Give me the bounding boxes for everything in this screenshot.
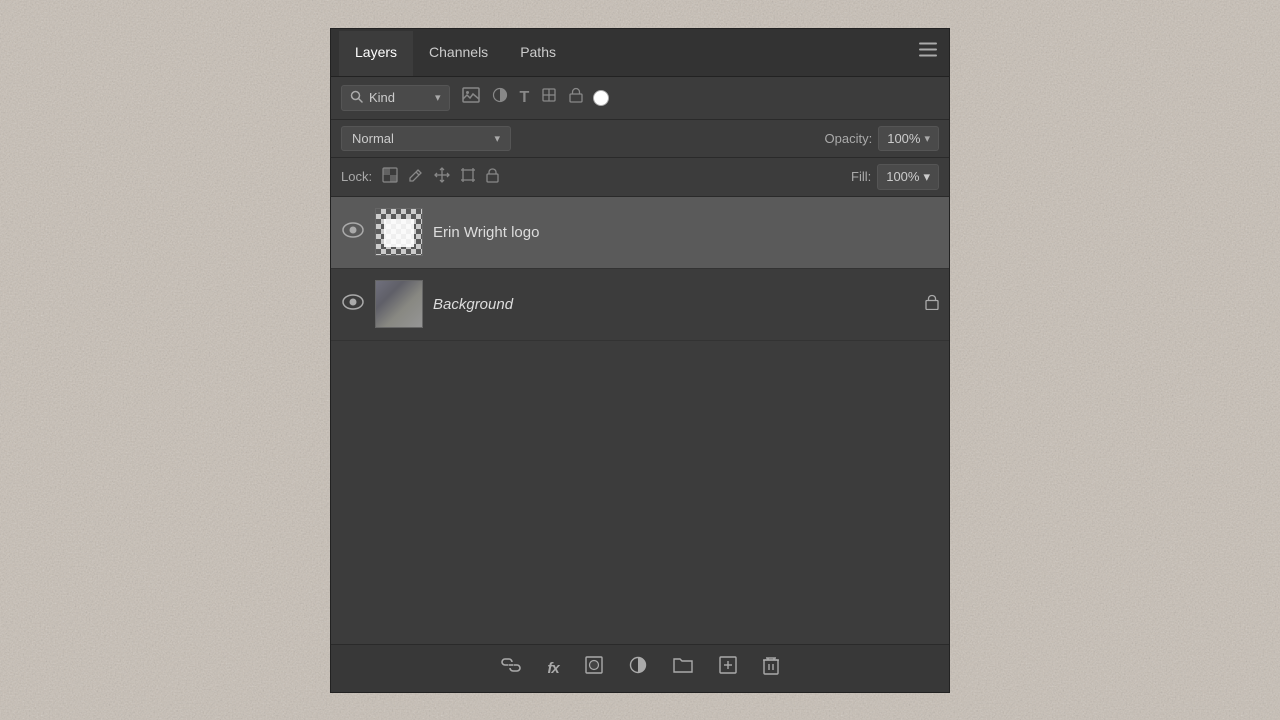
kind-label: Kind xyxy=(369,90,429,105)
color-filter-icon[interactable] xyxy=(593,90,609,106)
layer-thumbnail-1 xyxy=(375,208,423,256)
bottom-toolbar: fx xyxy=(331,644,949,692)
adjustment-filter-icon[interactable] xyxy=(490,85,510,110)
blend-mode-value: Normal xyxy=(352,131,494,146)
fill-chevron: ▾ xyxy=(923,169,930,185)
layer-item-background[interactable]: Background xyxy=(331,269,949,341)
tab-paths[interactable]: Paths xyxy=(504,31,572,76)
lock-artboard-icon[interactable] xyxy=(460,167,476,187)
tab-layers[interactable]: Layers xyxy=(339,31,413,76)
filter-bar: Kind ▾ T xyxy=(331,77,949,120)
layers-panel: Layers Channels Paths Kind ▾ xyxy=(330,28,950,693)
kind-dropdown[interactable]: Kind ▾ xyxy=(341,85,450,111)
layer-name-1: Erin Wright logo xyxy=(433,224,939,241)
text-filter-icon[interactable]: T xyxy=(518,88,532,108)
opacity-group: Opacity: 100% ▾ xyxy=(825,126,939,151)
tab-bar: Layers Channels Paths xyxy=(331,29,949,77)
adjustment-layer-button[interactable] xyxy=(625,652,651,684)
opacity-chevron: ▾ xyxy=(924,132,930,145)
blend-opacity-bar: Normal ▾ Opacity: 100% ▾ xyxy=(331,120,949,158)
opacity-value: 100% xyxy=(887,131,920,146)
shape-filter-icon[interactable] xyxy=(539,85,559,110)
blend-chevron: ▾ xyxy=(494,132,500,145)
layer-name-2: Background xyxy=(433,296,915,313)
new-group-button[interactable] xyxy=(669,652,697,684)
layer-locked-icon-2 xyxy=(925,293,939,315)
blend-mode-dropdown[interactable]: Normal ▾ xyxy=(341,126,511,151)
smart-filter-icon[interactable] xyxy=(567,85,585,110)
delete-layer-button[interactable] xyxy=(759,652,783,685)
lock-pixels-icon[interactable] xyxy=(408,167,424,187)
fill-input[interactable]: 100% ▾ xyxy=(877,164,939,190)
opacity-label: Opacity: xyxy=(825,131,873,146)
panel-menu-icon[interactable] xyxy=(919,43,937,62)
lock-position-icon[interactable] xyxy=(434,167,450,187)
lock-label: Lock: xyxy=(341,169,372,184)
search-icon xyxy=(350,90,363,106)
layer-visibility-icon-2[interactable] xyxy=(341,293,365,316)
image-filter-icon[interactable] xyxy=(460,85,482,110)
fill-label: Fill: xyxy=(851,169,871,184)
lock-all-icon[interactable] xyxy=(486,167,499,187)
layer-style-button[interactable]: fx xyxy=(543,656,562,681)
layer-list: Erin Wright logo Background xyxy=(331,197,949,644)
layer-thumbnail-2 xyxy=(375,280,423,328)
layer-visibility-icon-1[interactable] xyxy=(341,221,365,244)
add-mask-button[interactable] xyxy=(581,652,607,684)
layer-item-erin-wright-logo[interactable]: Erin Wright logo xyxy=(331,197,949,269)
new-layer-button[interactable] xyxy=(715,652,741,684)
filter-icons: T xyxy=(460,85,610,110)
lock-icons xyxy=(382,167,499,187)
lock-bar: Lock: xyxy=(331,158,949,197)
tab-channels[interactable]: Channels xyxy=(413,31,504,76)
opacity-input[interactable]: 100% ▾ xyxy=(878,126,939,151)
kind-chevron: ▾ xyxy=(435,91,441,104)
fill-value: 100% xyxy=(886,169,919,184)
fill-group: Fill: 100% ▾ xyxy=(851,164,939,190)
link-layers-button[interactable] xyxy=(497,651,525,685)
lock-transparent-icon[interactable] xyxy=(382,167,398,187)
